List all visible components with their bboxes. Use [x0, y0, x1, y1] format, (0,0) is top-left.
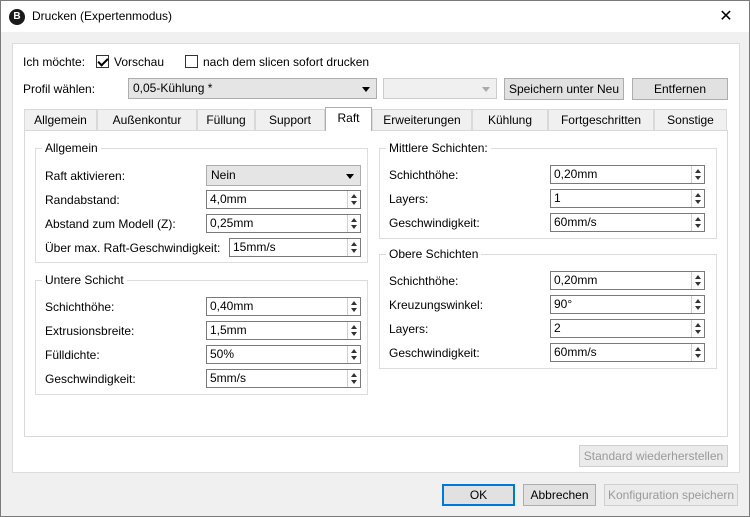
upper-layer-height-spinbox[interactable]: 0,20mm: [550, 271, 705, 290]
upper-layers-count-spinbox[interactable]: 2: [550, 319, 705, 338]
app-logo-icon: B: [9, 9, 25, 25]
upper-layers-count-label: Layers:: [389, 322, 429, 336]
raft-enable-select[interactable]: Nein: [206, 165, 361, 186]
chevron-down-icon: [362, 87, 370, 92]
max-raft-speed-label: Über max. Raft-Geschwindigkeit:: [45, 241, 221, 255]
window-title: Drucken (Expertenmodus): [32, 9, 173, 23]
spin-down-icon[interactable]: [349, 378, 359, 386]
profile-select-value: 0,05-Kühlung *: [133, 81, 213, 95]
secondary-profile-select[interactable]: [383, 78, 497, 99]
profile-label: Profil wählen:: [23, 82, 96, 96]
tab-allgemein[interactable]: Allgemein: [24, 109, 97, 130]
model-distance-spinbox[interactable]: 0,25mm: [206, 214, 361, 233]
middle-layer-height-label: Schichthöhe:: [389, 168, 459, 182]
extrusion-width-spinbox[interactable]: 1,5mm: [206, 321, 361, 340]
tab-raft[interactable]: Raft: [325, 107, 372, 131]
crossing-angle-spinbox[interactable]: 90°: [550, 295, 705, 314]
crossing-angle-label: Kreuzungswinkel:: [389, 298, 484, 312]
title-bar: B Drucken (Expertenmodus) ✕: [1, 1, 749, 32]
tab-aussenkontur[interactable]: Außenkontur: [97, 109, 197, 130]
cancel-button[interactable]: Abbrechen: [523, 484, 596, 506]
lower-speed-label: Geschwindigkeit:: [45, 372, 136, 386]
crossing-angle-value: 90°: [554, 297, 573, 311]
model-distance-label: Abstand zum Modell (Z):: [45, 217, 176, 231]
middle-layers-count-spinbox[interactable]: 1: [550, 189, 705, 208]
spin-down-icon[interactable]: [693, 222, 703, 230]
group-upper-layers-title: Obere Schichten: [386, 247, 482, 261]
tab-erweiterungen[interactable]: Erweiterungen: [372, 109, 472, 130]
fill-density-spinbox[interactable]: 50%: [206, 345, 361, 364]
tab-fuellung[interactable]: Füllung: [197, 109, 255, 130]
middle-layers-count-value: 1: [554, 191, 561, 205]
upper-speed-spinbox[interactable]: 60mm/s: [550, 343, 705, 362]
spin-down-icon[interactable]: [349, 199, 359, 207]
model-distance-value: 0,25mm: [210, 216, 254, 230]
fill-density-value: 50%: [210, 347, 235, 361]
raft-tab-panel: Allgemein Raft aktivieren: Nein Randabst…: [24, 130, 728, 437]
max-raft-speed-spinbox[interactable]: 15mm/s: [229, 238, 361, 257]
save-as-new-button[interactable]: Speichern unter Neu: [504, 78, 624, 100]
preview-checkbox[interactable]: [96, 55, 109, 68]
middle-layer-height-value: 0,20mm: [554, 167, 598, 181]
lower-layer-height-spinbox[interactable]: 0,40mm: [206, 297, 361, 316]
middle-speed-value: 60mm/s: [554, 215, 597, 229]
upper-speed-value: 60mm/s: [554, 345, 597, 359]
lower-speed-spinbox[interactable]: 5mm/s: [206, 369, 361, 388]
print-after-slice-checkbox[interactable]: [185, 55, 198, 68]
save-configuration-button[interactable]: Konfiguration speichern: [604, 484, 738, 506]
chevron-down-icon: [482, 87, 490, 92]
spin-down-icon[interactable]: [693, 328, 703, 336]
tab-support[interactable]: Support: [255, 109, 325, 130]
profile-select[interactable]: 0,05-Kühlung *: [128, 78, 377, 99]
chevron-down-icon: [346, 174, 354, 179]
want-label: Ich möchte:: [23, 55, 86, 69]
fill-density-label: Fülldichte:: [45, 348, 100, 362]
spin-down-icon[interactable]: [349, 223, 359, 231]
upper-layer-height-label: Schichthöhe:: [389, 274, 459, 288]
tab-kuehlung[interactable]: Kühlung: [472, 109, 548, 130]
spin-down-icon[interactable]: [349, 247, 359, 255]
group-middle-layers-title: Mittlere Schichten:: [386, 141, 491, 155]
spin-down-icon[interactable]: [693, 304, 703, 312]
margin-label: Randabstand:: [45, 193, 120, 207]
spin-down-icon[interactable]: [349, 306, 359, 314]
spin-down-icon[interactable]: [693, 174, 703, 182]
ok-button[interactable]: OK: [442, 484, 515, 506]
upper-layers-count-value: 2: [554, 321, 561, 335]
tab-fortgeschritten[interactable]: Fortgeschritten: [548, 109, 654, 130]
middle-layer-height-spinbox[interactable]: 0,20mm: [550, 165, 705, 184]
group-lower-layer-title: Untere Schicht: [42, 273, 127, 287]
lower-layer-height-value: 0,40mm: [210, 299, 254, 313]
spin-down-icon[interactable]: [349, 354, 359, 362]
print-dialog: B Drucken (Expertenmodus) ✕ Ich möchte: …: [0, 0, 750, 517]
raft-enable-value: Nein: [211, 168, 236, 182]
restore-defaults-button[interactable]: Standard wiederherstellen: [579, 445, 728, 467]
upper-layer-height-value: 0,20mm: [554, 273, 598, 287]
lower-layer-height-label: Schichthöhe:: [45, 300, 115, 314]
remove-button[interactable]: Entfernen: [632, 78, 728, 100]
spin-down-icon[interactable]: [693, 280, 703, 288]
spin-down-icon[interactable]: [693, 352, 703, 360]
margin-value: 4,0mm: [210, 192, 247, 206]
preview-label[interactable]: Vorschau: [114, 55, 164, 69]
extrusion-width-value: 1,5mm: [210, 323, 247, 337]
close-button[interactable]: ✕: [703, 1, 749, 32]
middle-layers-count-label: Layers:: [389, 192, 429, 206]
middle-speed-label: Geschwindigkeit:: [389, 216, 480, 230]
lower-speed-value: 5mm/s: [210, 371, 246, 385]
tab-sonstige[interactable]: Sonstige: [654, 109, 727, 130]
spin-down-icon[interactable]: [693, 198, 703, 206]
upper-speed-label: Geschwindigkeit:: [389, 346, 480, 360]
group-general-title: Allgemein: [42, 141, 101, 155]
raft-enable-label: Raft aktivieren:: [45, 169, 126, 183]
spin-down-icon[interactable]: [349, 330, 359, 338]
margin-spinbox[interactable]: 4,0mm: [206, 190, 361, 209]
extrusion-width-label: Extrusionsbreite:: [45, 324, 135, 338]
max-raft-speed-value: 15mm/s: [233, 240, 276, 254]
print-after-slice-label[interactable]: nach dem slicen sofort drucken: [203, 55, 369, 69]
middle-speed-spinbox[interactable]: 60mm/s: [550, 213, 705, 232]
